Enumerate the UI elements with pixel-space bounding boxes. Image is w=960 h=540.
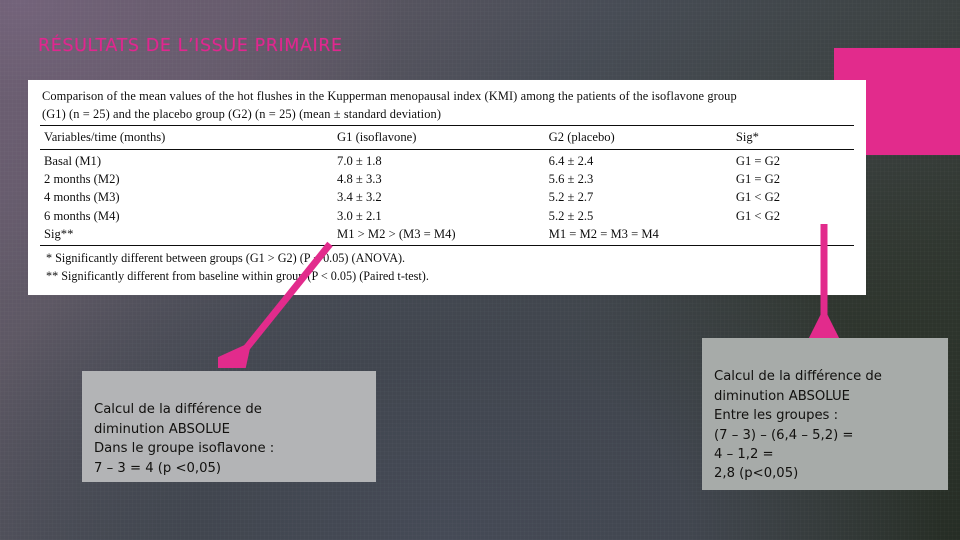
table-row: 6 months (M4) 3.0 ± 2.1 5.2 ± 2.5 G1 < G… bbox=[40, 207, 854, 225]
callout-box-isoflavone-group: Calcul de la différence de diminution AB… bbox=[82, 371, 376, 482]
cell-g1: 3.4 ± 3.2 bbox=[337, 190, 382, 205]
table-row: Sig** M1 > M2 > (M3 = M4) M1 = M2 = M3 =… bbox=[40, 225, 854, 246]
callout-right-text: Calcul de la différence de diminution AB… bbox=[714, 369, 882, 482]
column-header-variable: Variables/time (months) bbox=[40, 125, 334, 150]
kmi-results-table: Variables/time (months) G1 (isoflavone) … bbox=[40, 125, 854, 246]
page-title: RÉSULTATS DE L’ISSUE PRIMAIRE bbox=[38, 36, 343, 56]
callout-box-between-groups: Calcul de la différence de diminution AB… bbox=[702, 338, 948, 490]
callout-left-text: Calcul de la différence de diminution AB… bbox=[94, 402, 275, 476]
cell-g1: M1 > M2 > (M3 = M4) bbox=[337, 227, 456, 242]
cell-sig: G1 = G2 bbox=[735, 153, 781, 168]
table-row: Basal (M1) 7.0 ± 1.8 6.4 ± 2.4 G1 = G2 bbox=[40, 149, 854, 170]
table-figure: Comparison of the mean values of the hot… bbox=[28, 80, 866, 295]
table-row: 4 months (M3) 3.4 ± 3.2 5.2 ± 2.7 G1 < G… bbox=[40, 188, 854, 206]
table-body: Basal (M1) 7.0 ± 1.8 6.4 ± 2.4 G1 = G2 2… bbox=[40, 149, 854, 246]
column-header-g2: G2 (placebo) bbox=[544, 125, 732, 150]
table-caption: Comparison of the mean values of the hot… bbox=[40, 88, 854, 125]
table-row: 2 months (M2) 4.8 ± 3.3 5.6 ± 2.3 G1 = G… bbox=[40, 170, 854, 188]
cell-g1: 3.0 ± 2.1 bbox=[337, 208, 382, 223]
cell-g2: 5.2 ± 2.5 bbox=[548, 208, 594, 223]
cell-g2: 5.6 ± 2.3 bbox=[548, 171, 594, 186]
cell-sig bbox=[732, 225, 854, 246]
column-header-sig: Sig* bbox=[731, 125, 854, 150]
cell-sig: G1 < G2 bbox=[735, 208, 781, 223]
cell-variable: Sig** bbox=[44, 227, 74, 242]
footnote-single-star: * Significantly different between groups… bbox=[46, 251, 406, 266]
table-footnotes: * Significantly different between groups… bbox=[40, 246, 854, 285]
cell-g1: 7.0 ± 1.8 bbox=[337, 153, 382, 168]
table-caption-line-2: (G1) (n = 25) and the placebo group (G2)… bbox=[42, 106, 442, 121]
cell-g2: M1 = M2 = M3 = M4 bbox=[548, 227, 659, 242]
cell-variable: Basal (M1) bbox=[44, 153, 102, 168]
cell-sig: G1 < G2 bbox=[735, 190, 781, 205]
column-header-g1: G1 (isoflavone) bbox=[333, 125, 545, 150]
cell-g1: 4.8 ± 3.3 bbox=[337, 171, 382, 186]
cell-variable: 4 months (M3) bbox=[44, 190, 120, 205]
table-header-row: Variables/time (months) G1 (isoflavone) … bbox=[40, 125, 854, 150]
footnote-double-star: ** Significantly different from baseline… bbox=[46, 269, 429, 284]
cell-variable: 6 months (M4) bbox=[44, 208, 120, 223]
cell-variable: 2 months (M2) bbox=[44, 171, 120, 186]
table-caption-line-1: Comparison of the mean values of the hot… bbox=[42, 89, 737, 103]
cell-g2: 5.2 ± 2.7 bbox=[548, 190, 594, 205]
cell-g2: 6.4 ± 2.4 bbox=[548, 153, 594, 168]
cell-sig: G1 = G2 bbox=[735, 171, 781, 186]
